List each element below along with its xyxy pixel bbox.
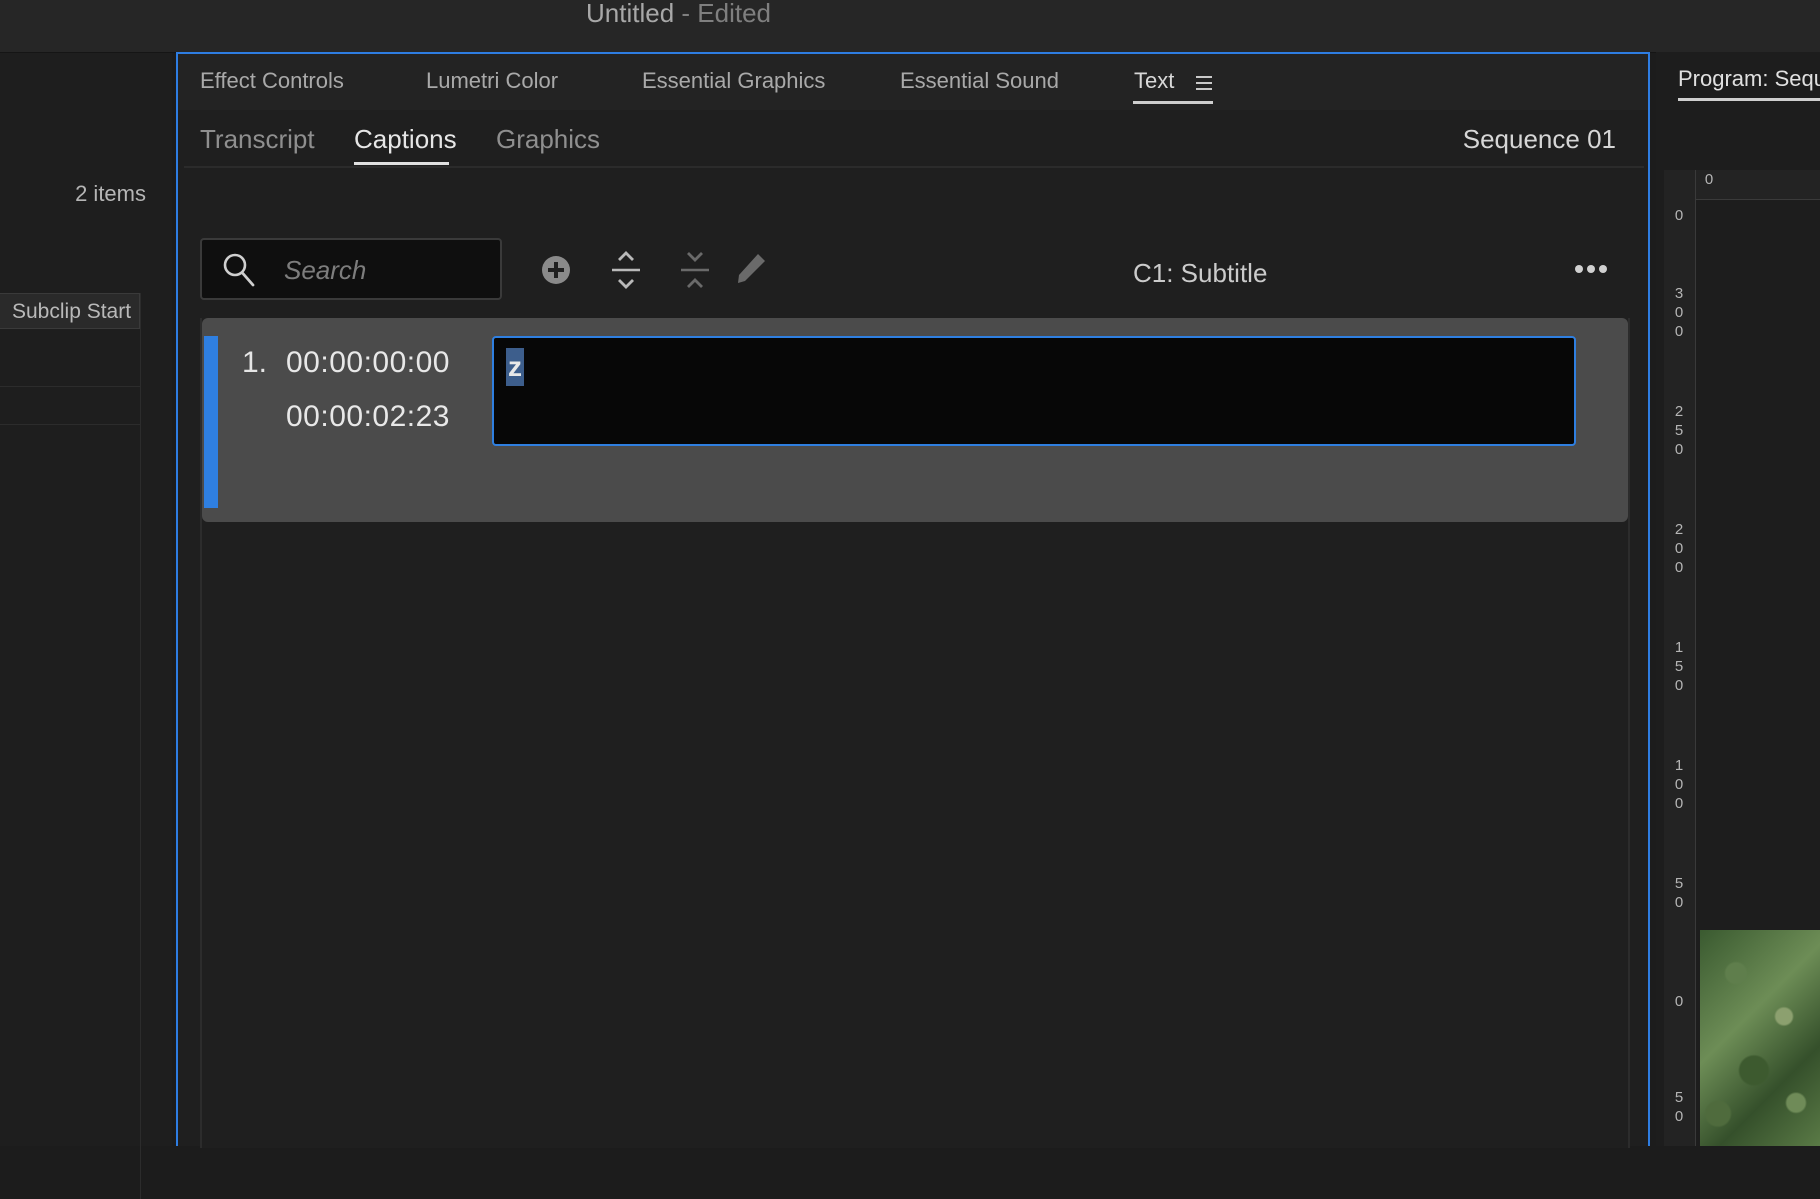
caption-start-timecode[interactable]: 00:00:00:00 [286, 346, 450, 380]
ruler-label: 50 [1674, 875, 1684, 911]
ruler-label: 50 [1674, 1089, 1684, 1125]
search-input[interactable] [282, 249, 486, 291]
list-row-divider [0, 424, 140, 425]
captions-list: 1. 00:00:00:00 00:00:02:23 z [200, 318, 1630, 1148]
caption-text-field[interactable]: z [492, 336, 1576, 446]
subtab-transcript[interactable]: Transcript [200, 124, 315, 155]
items-count: 2 items [75, 181, 146, 206]
ruler-label: 250 [1674, 403, 1684, 458]
project-panel: 2 items Subclip Start [0, 53, 172, 1199]
expand-collapse-icon[interactable] [606, 248, 646, 292]
panel-tab-bar: Effect Controls Lumetri Color Essential … [178, 54, 1648, 110]
ruler-label: 300 [1674, 285, 1684, 340]
program-monitor: Program: Sequ 0 0 300 250 200 150 100 50… [1656, 52, 1820, 1146]
tab-essential-sound[interactable]: Essential Sound [900, 68, 1059, 94]
panel-menu-icon[interactable] [1196, 76, 1212, 90]
search-box[interactable] [200, 238, 502, 300]
tab-program-monitor[interactable]: Program: Sequ [1678, 66, 1820, 92]
ruler-label: 150 [1674, 639, 1684, 694]
search-icon [223, 253, 255, 287]
selection-marker [204, 336, 218, 508]
more-icon[interactable] [1574, 263, 1608, 275]
text-panel: Effect Controls Lumetri Color Essential … [176, 52, 1650, 1148]
edited-indicator: - Edited [681, 0, 771, 28]
ruler-label: 100 [1674, 757, 1684, 812]
tab-essential-graphics[interactable]: Essential Graphics [642, 68, 825, 94]
merge-icon[interactable] [675, 248, 715, 292]
video-frame-preview [1700, 930, 1820, 1146]
title-bar: Untitled - Edited [0, 0, 1820, 53]
document-name: Untitled [586, 0, 675, 28]
window-title: Untitled - Edited [586, 0, 771, 29]
caption-track-label[interactable]: C1: Subtitle [1133, 258, 1267, 289]
vertical-ruler: 0 300 250 200 150 100 50 0 50 [1664, 170, 1696, 1146]
horizontal-ruler: 0 [1696, 170, 1820, 200]
text-sub-tabs: Transcript Captions Graphics [178, 110, 1648, 168]
active-subtab-indicator [354, 162, 449, 165]
sequence-name: Sequence 01 [1462, 124, 1616, 154]
subtab-graphics[interactable]: Graphics [496, 124, 600, 155]
tab-text[interactable]: Text [1134, 68, 1174, 94]
tab-lumetri-color[interactable]: Lumetri Color [426, 68, 558, 94]
pencil-icon[interactable] [730, 248, 770, 292]
column-divider [140, 293, 141, 1199]
ruler-label: 0 [1704, 171, 1714, 188]
ruler-label: 0 [1674, 993, 1684, 1010]
active-tab-indicator [1133, 101, 1213, 104]
list-row-divider [0, 386, 140, 387]
caption-number: 1. [242, 346, 268, 379]
caption-item[interactable]: 1. 00:00:00:00 00:00:02:23 z [202, 318, 1628, 522]
active-tab-indicator [1678, 98, 1820, 101]
ruler-label: 200 [1674, 521, 1684, 576]
ruler-label: 0 [1674, 207, 1684, 224]
tab-effect-controls[interactable]: Effect Controls [200, 68, 344, 94]
subtab-captions[interactable]: Captions [354, 124, 457, 155]
captions-toolbar: C1: Subtitle [178, 168, 1648, 318]
caption-text-selection: z [506, 348, 524, 386]
add-caption-icon[interactable] [536, 248, 576, 292]
caption-end-timecode[interactable]: 00:00:02:23 [286, 400, 450, 434]
column-header-subclip-start[interactable]: Subclip Start [0, 293, 140, 329]
